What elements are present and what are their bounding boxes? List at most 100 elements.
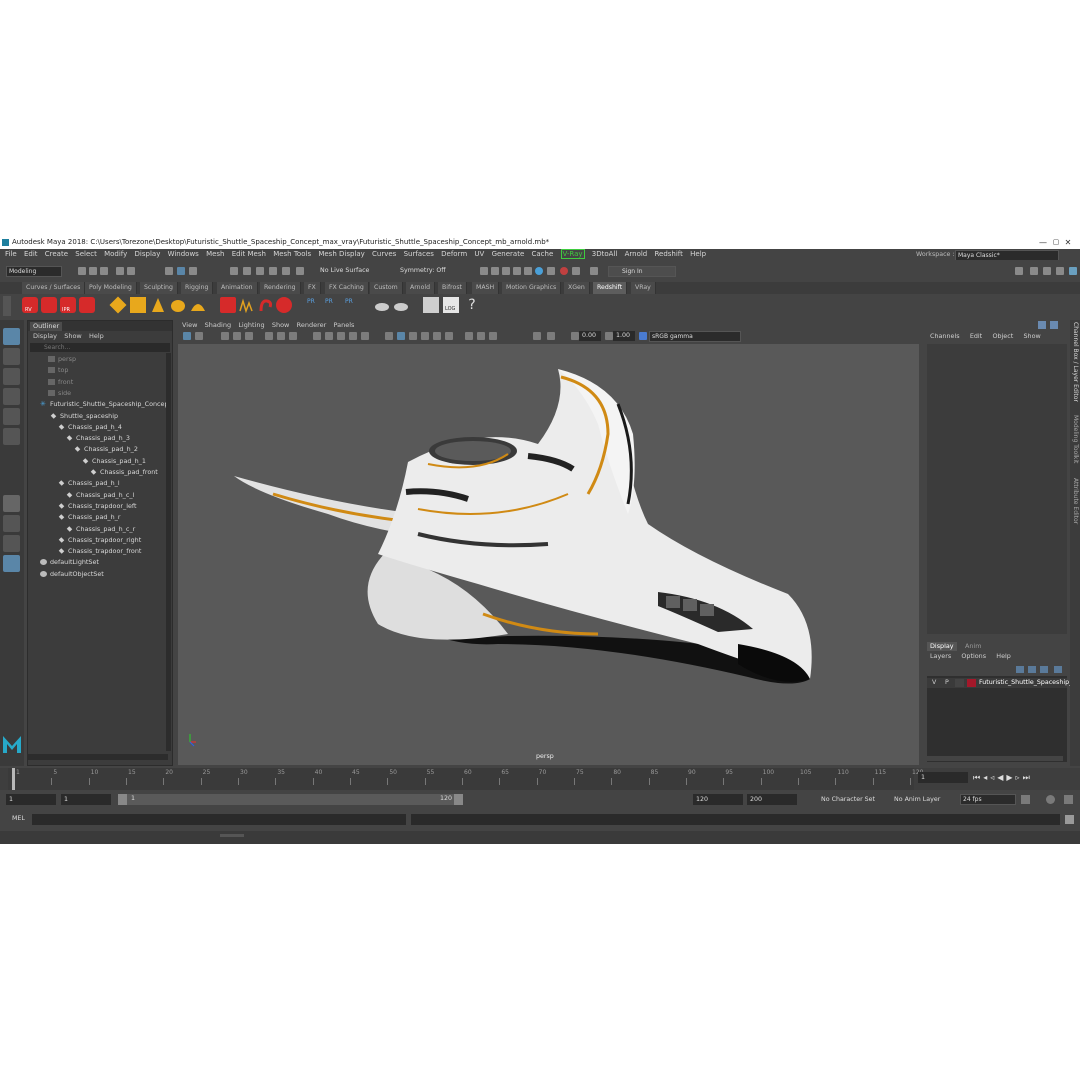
- shelf-tab-sculpting[interactable]: Sculpting: [140, 282, 178, 294]
- vray-render-icon[interactable]: [535, 267, 543, 275]
- shelf-options-icon[interactable]: [3, 296, 11, 316]
- lights-icon[interactable]: [409, 332, 417, 340]
- four-view-layout-icon[interactable]: [3, 515, 20, 532]
- rs-proxy-icon[interactable]: [220, 297, 236, 313]
- rs-bowl2-icon[interactable]: [393, 297, 409, 313]
- rs-volume-icon[interactable]: [238, 297, 254, 314]
- live-surface-label[interactable]: No Live Surface: [320, 267, 369, 274]
- layer-color-swatch[interactable]: [967, 679, 976, 687]
- select-by-object-icon[interactable]: [177, 267, 185, 275]
- outliner-item[interactable]: Chassis_trapdoor_front: [58, 546, 141, 556]
- menu-curves[interactable]: Curves: [372, 249, 396, 260]
- tab-attribute-editor[interactable]: Attribute Editor: [1072, 478, 1079, 524]
- viewport-menu-view[interactable]: View: [182, 320, 197, 330]
- layer-menu-help[interactable]: Help: [996, 652, 1011, 660]
- image-plane-icon[interactable]: [233, 332, 241, 340]
- gamma-reset-icon[interactable]: [605, 332, 613, 340]
- menu-redshift[interactable]: Redshift: [654, 249, 682, 260]
- help-icon[interactable]: ?: [464, 297, 480, 313]
- wireframe-icon[interactable]: [277, 332, 285, 340]
- script-editor-icon[interactable]: [1065, 815, 1074, 824]
- persp-outliner-layout-icon[interactable]: [3, 535, 20, 552]
- channel-box-icon[interactable]: [1069, 267, 1077, 275]
- safe-action-icon[interactable]: [349, 332, 357, 340]
- menu-create[interactable]: Create: [45, 249, 68, 260]
- go-to-start-icon[interactable]: ⏮: [973, 773, 983, 782]
- snap-grid-icon[interactable]: [230, 267, 238, 275]
- safe-title-icon[interactable]: [361, 332, 369, 340]
- menu-cache[interactable]: Cache: [532, 249, 554, 260]
- timeline-track[interactable]: 1 5 10 15 20 25 30 35 40 45 50 55 60 65 70 75 80 85 90 95 10…: [8, 768, 923, 790]
- redshift-ipr-icon[interactable]: IPR: [60, 297, 76, 313]
- move-layer-up-icon[interactable]: [1016, 666, 1024, 673]
- channel-box-settings-icon[interactable]: [1050, 321, 1058, 329]
- channel-menu-object[interactable]: Object: [992, 332, 1013, 340]
- outliner-item[interactable]: Chassis_pad_h_4: [58, 422, 122, 432]
- range-slider[interactable]: 1 120: [118, 794, 463, 805]
- motion-blur-icon[interactable]: [445, 332, 453, 340]
- exposure-icon[interactable]: [533, 332, 541, 340]
- fps-dropdown[interactable]: 24 fps: [960, 794, 1016, 805]
- channel-menu-show[interactable]: Show: [1024, 332, 1041, 340]
- outliner-item[interactable]: Chassis_pad_h_l: [58, 478, 120, 488]
- shelf-tab-fx[interactable]: FX: [304, 282, 321, 294]
- shelf-tab-bifrost[interactable]: Bifrost: [438, 282, 467, 294]
- vray-ipr-icon[interactable]: [547, 267, 555, 275]
- character-set-dropdown[interactable]: No Character Set: [821, 796, 875, 803]
- anim-layer-dropdown[interactable]: No Anim Layer: [894, 796, 940, 803]
- outliner-menu-help[interactable]: Help: [89, 331, 104, 342]
- playback-start-field[interactable]: 1: [61, 794, 111, 805]
- gate-mask-icon[interactable]: [325, 332, 333, 340]
- outliner-item[interactable]: side: [48, 388, 71, 398]
- layer-scrollbar[interactable]: [927, 756, 1063, 761]
- rs-pr-icon-1[interactable]: PR: [307, 297, 323, 313]
- menu-file[interactable]: File: [5, 249, 17, 260]
- tab-channel-box-layer-editor[interactable]: Channel Box / Layer Editor: [1072, 322, 1079, 402]
- menu-display[interactable]: Display: [135, 249, 161, 260]
- lasso-tool-icon[interactable]: [3, 348, 20, 365]
- outliner-item[interactable]: ✳ Futuristic_Shuttle_Spaceship_Concep: [40, 399, 169, 409]
- menu-generate[interactable]: Generate: [492, 249, 525, 260]
- film-gate-icon[interactable]: [245, 332, 253, 340]
- select-tool-icon[interactable]: [3, 328, 20, 345]
- menu-3dtoall[interactable]: 3DtoAll: [592, 249, 618, 260]
- outliner-horizontal-scrollbar[interactable]: [28, 754, 168, 760]
- isolate-select-icon[interactable]: [465, 332, 473, 340]
- rs-log-icon[interactable]: LOG: [443, 297, 459, 313]
- camera-layout-icon[interactable]: [1015, 267, 1023, 275]
- outliner-item[interactable]: persp: [48, 354, 76, 364]
- menu-uv[interactable]: UV: [474, 249, 484, 260]
- range-end-handle[interactable]: [454, 794, 463, 805]
- shelf-tab-rigging[interactable]: Rigging: [181, 282, 214, 294]
- command-input[interactable]: [32, 814, 406, 825]
- tab-modeling-toolkit[interactable]: Modeling Toolkit: [1072, 415, 1079, 463]
- outliner-item[interactable]: Chassis_pad_h_1: [82, 456, 146, 466]
- rs-dome-light-icon[interactable]: [170, 297, 186, 313]
- menu-edit-mesh[interactable]: Edit Mesh: [232, 249, 266, 260]
- redo-icon[interactable]: [127, 267, 135, 275]
- shelf-tab-arnold[interactable]: Arnold: [406, 282, 436, 294]
- color-space-dropdown[interactable]: sRGB gamma: [649, 331, 741, 342]
- outliner-layout-icon[interactable]: [3, 555, 20, 572]
- shelf-tab-fx-caching[interactable]: FX Caching: [325, 282, 369, 294]
- sign-in-dropdown[interactable]: Sign In: [608, 266, 676, 277]
- symmetry-dropdown[interactable]: Symmetry: Off: [400, 267, 446, 274]
- save-scene-icon[interactable]: [100, 267, 108, 275]
- hypershade-icon[interactable]: [513, 267, 521, 275]
- layer-playback-toggle[interactable]: P: [945, 679, 949, 686]
- viewport-menu-shading[interactable]: Shading: [205, 320, 231, 330]
- outliner-item[interactable]: top: [48, 365, 68, 375]
- field-chart-icon[interactable]: [337, 332, 345, 340]
- shelf-tab-vray[interactable]: VRay: [631, 282, 656, 294]
- move-layer-down-icon[interactable]: [1028, 666, 1036, 673]
- redshift-settings-icon[interactable]: [79, 297, 95, 313]
- outliner-vertical-scrollbar[interactable]: [166, 353, 171, 751]
- range-start-handle[interactable]: [118, 794, 127, 805]
- rs-light-icon[interactable]: [109, 296, 127, 314]
- outliner-tab[interactable]: Outliner: [30, 322, 63, 331]
- shelf-tab-xgen[interactable]: XGen: [564, 282, 590, 294]
- rs-curve-icon[interactable]: [258, 297, 274, 313]
- menu-vray[interactable]: V-Ray: [560, 249, 585, 259]
- menuset-dropdown[interactable]: Modeling: [6, 266, 62, 277]
- shadows-icon[interactable]: [421, 332, 429, 340]
